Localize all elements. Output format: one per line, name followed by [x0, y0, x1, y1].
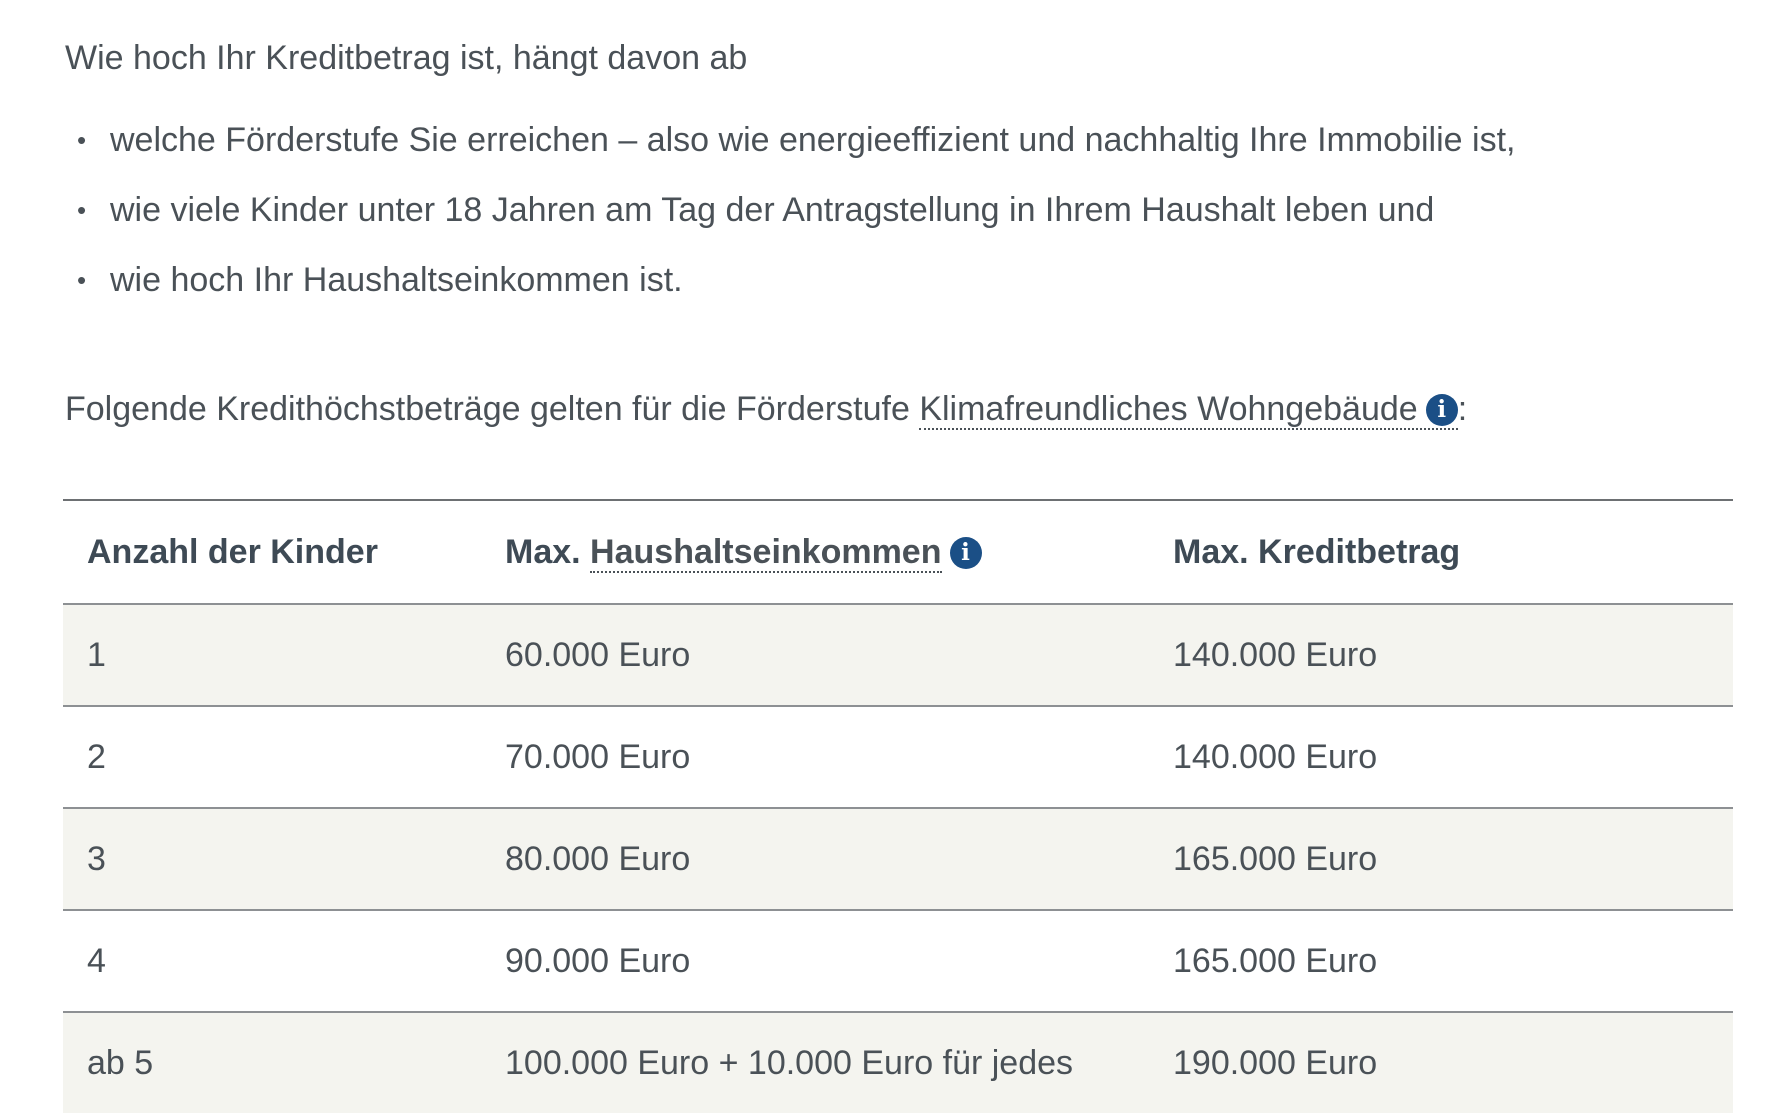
table-row: 1 60.000 Euro 140.000 Euro — [63, 604, 1733, 707]
column-header-credit: Max. Kreditbetrag — [1149, 499, 1733, 605]
cell-children: ab 5 — [63, 1012, 481, 1113]
info-icon[interactable]: i — [1425, 394, 1458, 426]
cell-income: 70.000 Euro — [481, 706, 1149, 809]
table-row: 2 70.000 Euro 140.000 Euro — [63, 706, 1733, 809]
cell-income: 90.000 Euro — [481, 910, 1149, 1013]
cell-children: 3 — [63, 808, 481, 911]
column-header-income: Max. Haushaltseinkommen i — [481, 499, 1149, 605]
funding-level-tooltip-link[interactable]: Klimafreundliches Wohngebäude i — [919, 390, 1458, 430]
table-row: 3 80.000 Euro 165.000 Euro — [63, 808, 1733, 911]
column-header-income-prefix: Max. — [505, 532, 591, 571]
cell-children: 4 — [63, 910, 481, 1013]
cell-income: 100.000 Euro + 10.000 Euro für jedes — [481, 1012, 1149, 1113]
page-content: Wie hoch Ihr Kreditbetrag ist, hängt dav… — [0, 0, 1784, 1113]
table-row: 4 90.000 Euro 165.000 Euro — [63, 910, 1733, 1013]
cell-credit: 165.000 Euro — [1149, 808, 1733, 911]
funding-level-term: Klimafreundliches Wohngebäude — [919, 390, 1418, 428]
table-row: ab 5 100.000 Euro + 10.000 Euro für jede… — [63, 1012, 1733, 1113]
list-item: • wie hoch Ihr Haushaltseinkommen ist. — [65, 258, 1515, 328]
credit-limits-table: Anzahl der Kinder Max. Haushaltseinkomme… — [63, 499, 1733, 1113]
info-icon[interactable]: i — [949, 536, 982, 569]
cell-income: 80.000 Euro — [481, 808, 1149, 911]
bullet-icon: • — [77, 125, 87, 155]
household-income-tooltip-link[interactable]: Haushaltseinkommen — [590, 532, 942, 573]
credit-limits-table-wrapper: Anzahl der Kinder Max. Haushaltseinkomme… — [63, 499, 1733, 1113]
funding-level-intro: Folgende Kredithöchstbeträge gelten für … — [65, 386, 1467, 432]
list-item: • wie viele Kinder unter 18 Jahren am Ta… — [65, 188, 1515, 258]
bullet-icon: • — [77, 265, 87, 295]
cell-credit: 140.000 Euro — [1149, 604, 1733, 707]
cell-children: 1 — [63, 604, 481, 707]
cell-income: 60.000 Euro — [481, 604, 1149, 707]
cell-credit: 140.000 Euro — [1149, 706, 1733, 809]
table-header: Anzahl der Kinder Max. Haushaltseinkomme… — [63, 499, 1733, 605]
bullet-icon: • — [77, 195, 87, 225]
criteria-list: • welche Förderstufe Sie erreichen – als… — [65, 118, 1515, 328]
intro-text: Wie hoch Ihr Kreditbetrag ist, hängt dav… — [65, 39, 748, 77]
table-header-row: Anzahl der Kinder Max. Haushaltseinkomme… — [63, 499, 1733, 605]
column-header-children: Anzahl der Kinder — [63, 499, 481, 605]
list-item: • welche Förderstufe Sie erreichen – als… — [65, 118, 1515, 188]
cell-credit: 190.000 Euro — [1149, 1012, 1733, 1113]
cell-children: 2 — [63, 706, 481, 809]
list-item-text: wie viele Kinder unter 18 Jahren am Tag … — [110, 191, 1435, 229]
funding-level-suffix: : — [1457, 390, 1468, 428]
table-body: 1 60.000 Euro 140.000 Euro 2 70.000 Euro… — [63, 604, 1733, 1113]
cell-credit: 165.000 Euro — [1149, 910, 1733, 1013]
list-item-text: wie hoch Ihr Haushaltseinkommen ist. — [110, 261, 683, 299]
list-item-text: welche Förderstufe Sie erreichen – also … — [110, 121, 1516, 159]
funding-level-prefix: Folgende Kredithöchstbeträge gelten für … — [65, 390, 920, 428]
